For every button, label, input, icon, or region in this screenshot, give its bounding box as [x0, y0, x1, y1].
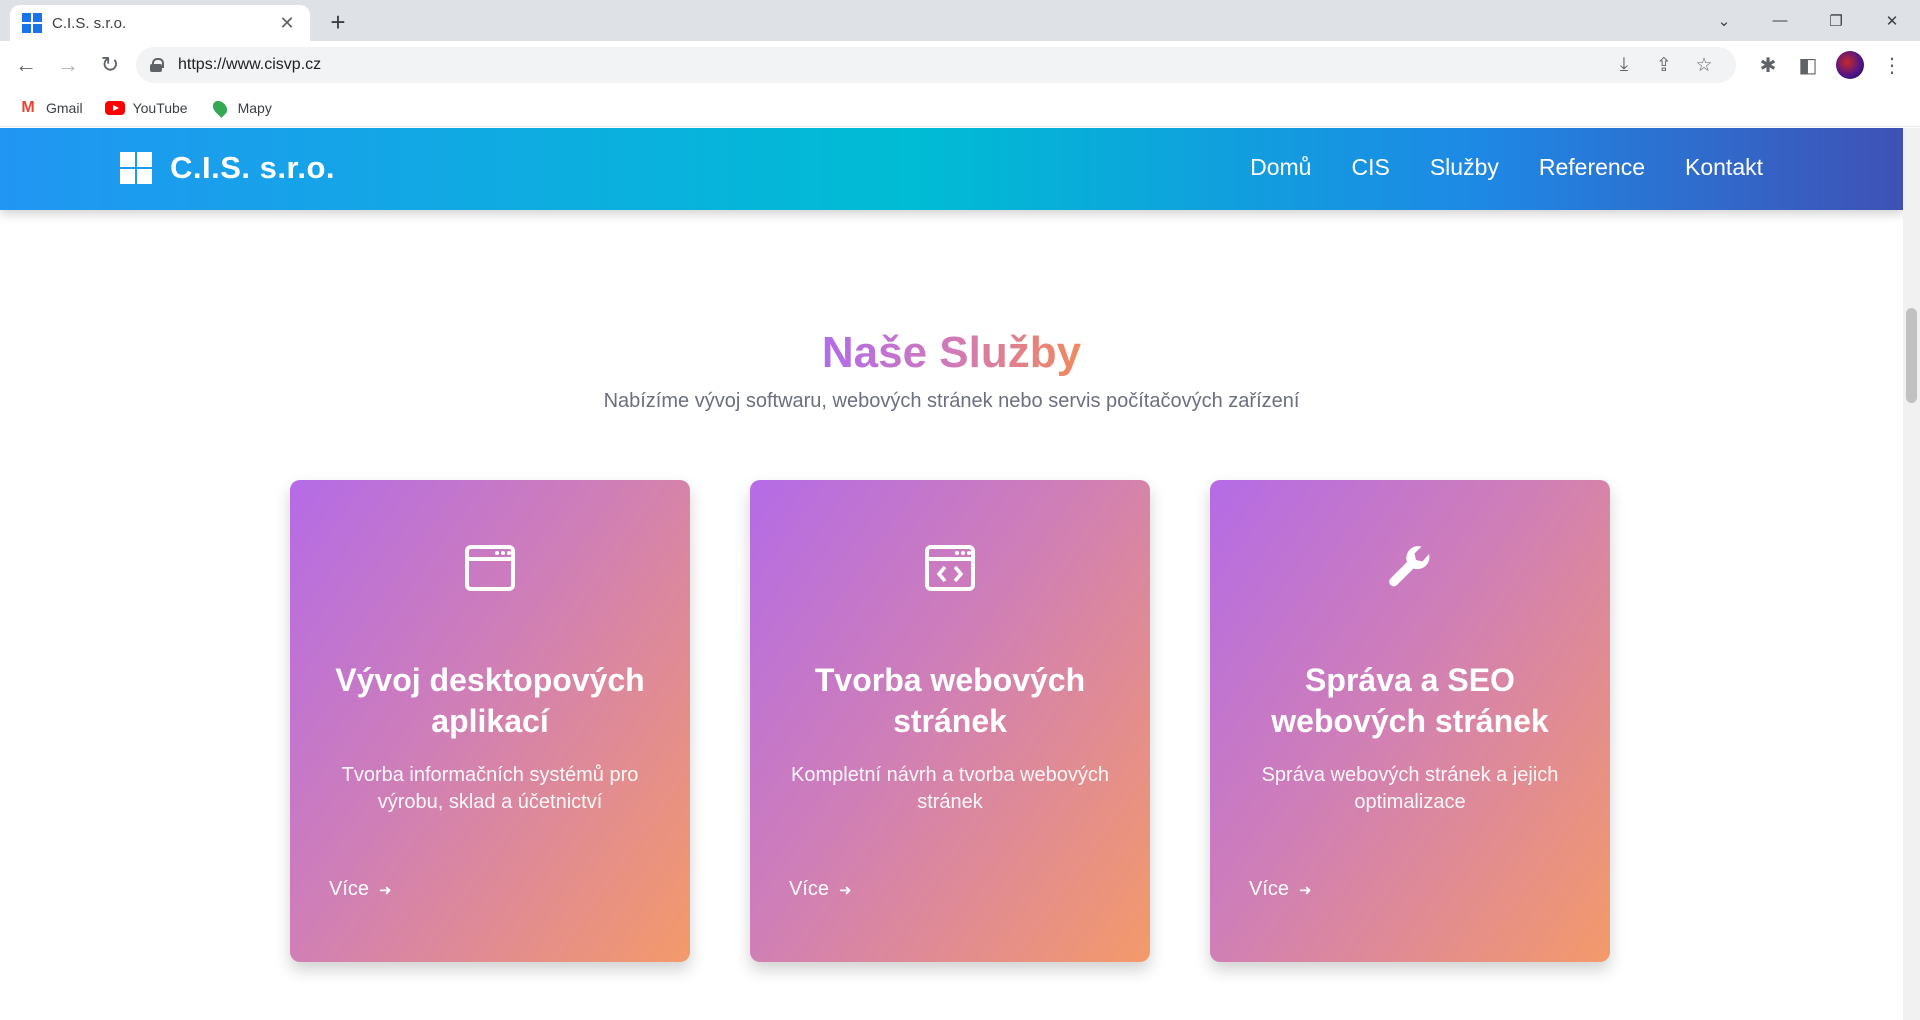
- code-window-icon: [925, 545, 975, 591]
- card-more-link[interactable]: Více ➜: [789, 878, 852, 901]
- install-app-icon[interactable]: ⤓: [1604, 54, 1644, 76]
- card-title: Vývoj desktopových aplikací: [335, 662, 645, 739]
- browser-tab[interactable]: C.I.S. s.r.o. ✕: [10, 5, 310, 41]
- service-card-seo: Správa a SEO webových stránek Správa web…: [1210, 480, 1610, 962]
- more-label: Více: [789, 878, 830, 900]
- share-icon[interactable]: ⇪: [1644, 54, 1684, 77]
- site-brand[interactable]: C.I.S. s.r.o.: [120, 150, 335, 186]
- url-text[interactable]: https://www.cisvp.cz: [178, 56, 1604, 74]
- brand-name: C.I.S. s.r.o.: [170, 150, 335, 185]
- maps-pin-icon: [209, 97, 230, 118]
- extensions-puzzle-icon[interactable]: ✱: [1748, 53, 1788, 78]
- nav-sluzby[interactable]: Služby: [1430, 154, 1499, 181]
- more-label: Více: [1249, 878, 1290, 900]
- nav-cis[interactable]: CIS: [1351, 154, 1389, 181]
- minimize-icon[interactable]: —: [1752, 0, 1808, 41]
- bookmark-label: YouTube: [132, 99, 188, 116]
- bookmark-label: Mapy: [237, 99, 272, 116]
- service-card-web: Tvorba webových stránek Kompletní návrh …: [750, 480, 1150, 962]
- main-nav: Domů CIS Služby Reference Kontakt: [1210, 154, 1763, 181]
- page-scrollbar[interactable]: [1903, 128, 1920, 1020]
- nav-domu[interactable]: Domů: [1250, 154, 1311, 181]
- section-title-text: Naše Služby: [821, 328, 1082, 377]
- nav-reference[interactable]: Reference: [1539, 154, 1645, 181]
- more-label: Více: [329, 878, 370, 900]
- wrench-icon: [1389, 546, 1430, 587]
- service-card-desktop: Vývoj desktopových aplikací Tvorba infor…: [290, 480, 690, 962]
- section-subtitle: Nabízíme vývoj softwaru, webových stráne…: [603, 390, 1300, 412]
- bookmark-label: Gmail: [46, 99, 83, 116]
- youtube-icon: [104, 100, 125, 115]
- side-panel-icon[interactable]: ◧: [1788, 53, 1828, 78]
- restore-icon[interactable]: ❐: [1808, 0, 1864, 41]
- lock-icon[interactable]: [150, 58, 164, 72]
- close-window-icon[interactable]: ✕: [1864, 0, 1920, 41]
- card-description: Správa webových stránek a jejich optimal…: [1261, 764, 1559, 813]
- window-controls: ⌄ — ❐ ✕: [1696, 0, 1920, 41]
- bookmark-gmail[interactable]: M Gmail: [18, 98, 83, 116]
- tab-title: C.I.S. s.r.o.: [52, 14, 127, 32]
- nav-kontakt[interactable]: Kontakt: [1685, 154, 1763, 181]
- section-title: Naše Služby: [0, 328, 1903, 378]
- tab-close-icon[interactable]: ✕: [276, 13, 298, 34]
- back-arrow-icon[interactable]: ←: [10, 49, 42, 81]
- forward-arrow-icon[interactable]: →: [52, 49, 84, 81]
- card-more-link[interactable]: Více ➜: [1249, 878, 1312, 901]
- card-description: Tvorba informačních systémů pro výrobu, …: [341, 764, 639, 813]
- site-favicon-icon: [22, 13, 42, 33]
- reload-icon[interactable]: ↻: [94, 49, 126, 81]
- card-more-link[interactable]: Více ➜: [329, 878, 392, 901]
- windows-logo-icon: [120, 152, 152, 184]
- new-tab-button[interactable]: +: [323, 7, 353, 38]
- tab-search-icon[interactable]: ⌄: [1696, 0, 1752, 41]
- arrow-right-icon: ➜: [839, 881, 852, 899]
- arrow-right-icon: ➜: [1299, 881, 1312, 899]
- page-viewport: C.I.S. s.r.o. Domů CIS Služby Reference …: [0, 128, 1920, 1020]
- card-description: Kompletní návrh a tvorba webových stráne…: [791, 764, 1109, 813]
- bookmark-mapy[interactable]: Mapy: [209, 97, 272, 118]
- arrow-right-icon: ➜: [379, 881, 392, 899]
- gmail-icon: M: [21, 98, 35, 116]
- card-title: Správa a SEO webových stránek: [1271, 662, 1549, 739]
- bookmarks-bar: M Gmail YouTube Mapy: [0, 89, 1920, 127]
- browser-window-icon: [465, 545, 515, 591]
- browser-tab-strip: C.I.S. s.r.o. ✕ + ⌄ — ❐ ✕: [0, 0, 1920, 41]
- site-header: C.I.S. s.r.o. Domů CIS Služby Reference …: [0, 128, 1903, 210]
- browser-toolbar: ← → ↻ https://www.cisvp.cz ⤓ ⇪ ☆ ✱ ◧ ⋮: [0, 41, 1920, 89]
- bookmark-star-icon[interactable]: ☆: [1684, 54, 1724, 77]
- bookmark-youtube[interactable]: YouTube: [104, 99, 188, 116]
- card-title: Tvorba webových stránek: [814, 662, 1086, 739]
- menu-kebab-icon[interactable]: ⋮: [1872, 53, 1912, 78]
- profile-avatar[interactable]: [1836, 51, 1864, 79]
- address-bar[interactable]: https://www.cisvp.cz ⤓ ⇪ ☆: [136, 47, 1736, 83]
- service-cards: Vývoj desktopových aplikací Tvorba infor…: [290, 480, 1670, 962]
- scrollbar-thumb[interactable]: [1906, 308, 1917, 403]
